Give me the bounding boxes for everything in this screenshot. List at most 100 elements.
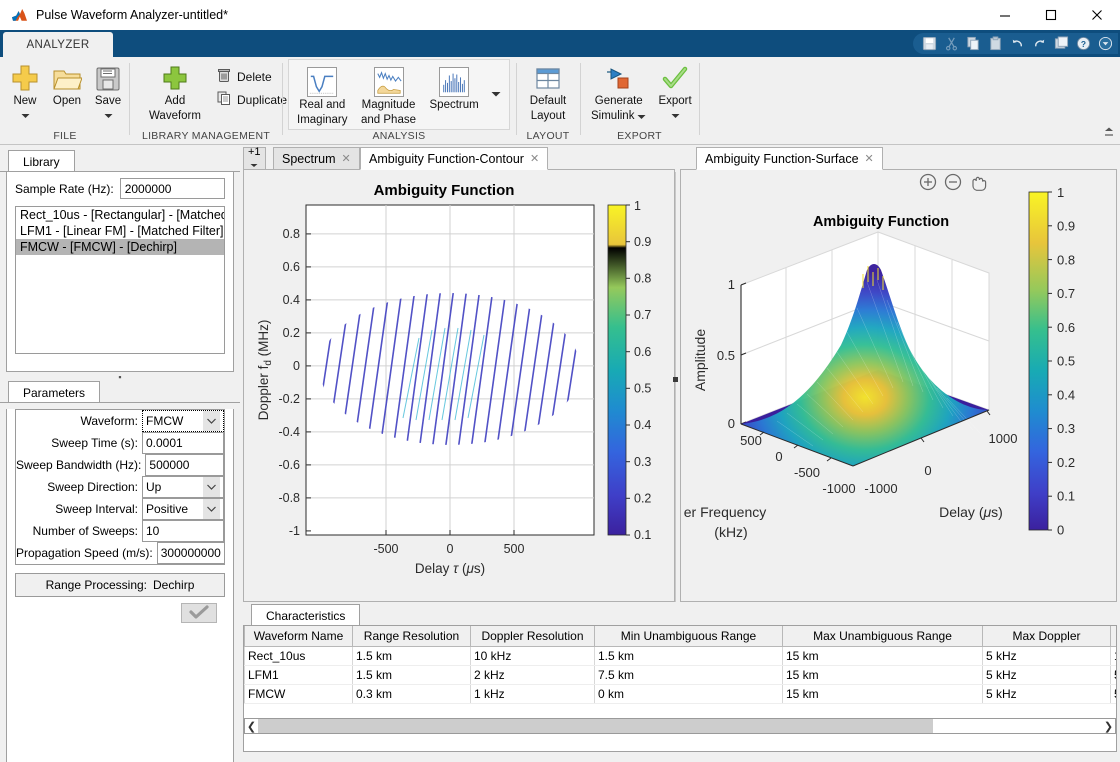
svg-text:Delay τ (μs): Delay τ (μs)	[415, 561, 485, 576]
tab-analyzer[interactable]: ANALYZER	[3, 32, 113, 57]
library-tab-header: Library	[0, 150, 240, 172]
close-button[interactable]	[1074, 0, 1120, 30]
chevron-down-icon[interactable]	[671, 108, 680, 122]
column-header[interactable]: Min Unambiguous Range	[595, 626, 783, 646]
save-button[interactable]: Save	[88, 59, 128, 122]
chevron-left-icon[interactable]: ❮	[245, 720, 258, 733]
sweep-interval-select[interactable]: Positive	[142, 498, 224, 520]
real-and-imaginary-button[interactable]: Real and Imaginary	[291, 63, 354, 127]
column-header[interactable]: Range Resolution	[353, 626, 471, 646]
parameter-label: Number of Sweeps:	[16, 524, 142, 538]
ambiguity-contour-chart[interactable]: Ambiguity Function	[244, 170, 674, 601]
cell-waveform-name: LFM1	[245, 665, 353, 684]
ambiguity-surface-chart[interactable]: Ambiguity Function	[681, 170, 1116, 601]
chevron-down-icon[interactable]	[203, 411, 220, 431]
paste-icon[interactable]	[987, 35, 1004, 52]
cell-range-resolution: 1.5 km	[353, 665, 471, 684]
cut-icon[interactable]	[943, 35, 960, 52]
chevron-down-icon[interactable]	[637, 109, 646, 123]
sweep-bandwidth-input[interactable]: 500000	[145, 454, 224, 476]
new-button[interactable]: New	[4, 59, 46, 122]
export-button[interactable]: Export	[652, 59, 697, 122]
svg-text:1: 1	[1057, 185, 1064, 200]
chevron-right-icon[interactable]: ❯	[1102, 720, 1115, 733]
sweep-direction-select[interactable]: Up	[142, 476, 224, 498]
list-item[interactable]: LFM1 - [Linear FM] - [Matched Filter]	[16, 223, 224, 239]
tab-spectrum[interactable]: Spectrum ✕	[273, 147, 360, 170]
more-icon[interactable]	[1097, 35, 1114, 52]
surface-title: Ambiguity Function	[813, 214, 949, 230]
cell-min-unambiguous-range: 7.5 km	[595, 665, 783, 684]
table-row[interactable]: LFM1 1.5 km 2 kHz 7.5 km 15 km 5 kHz 5	[245, 665, 1118, 684]
waveform-library-list[interactable]: Rect_10us - [Rectangular] - [Matched F..…	[15, 206, 225, 354]
collapse-ribbon-icon[interactable]	[1103, 126, 1115, 141]
new-plus-icon	[10, 61, 40, 93]
parameter-label: Sweep Bandwidth (Hz):	[16, 458, 145, 472]
analysis-overflow-button[interactable]	[485, 63, 507, 125]
column-header[interactable]: Max Unambiguous Range	[783, 626, 983, 646]
column-header[interactable]: Waveform Name	[245, 626, 353, 646]
default-layout-grid-icon	[534, 61, 562, 93]
svg-text:0: 0	[924, 463, 931, 478]
duplicate-button[interactable]: Duplicate	[212, 88, 291, 111]
range-processing-value: Dechirp	[153, 578, 194, 592]
table-horizontal-scrollbar[interactable]: ❮ ❯	[244, 718, 1116, 734]
table-row[interactable]: FMCW 0.3 km 1 kHz 0 km 15 km 5 kHz 5	[245, 684, 1118, 703]
redo-icon[interactable]	[1031, 35, 1048, 52]
propagation-speed-input[interactable]: 300000000	[157, 542, 225, 564]
maximize-button[interactable]	[1028, 0, 1074, 30]
add-waveform-button[interactable]: Add Waveform	[138, 59, 212, 123]
sweep-time-input[interactable]: 0.0001	[142, 432, 224, 454]
copy-icon[interactable]	[965, 35, 982, 52]
magnitude-and-phase-button[interactable]: Magnitude and Phase	[354, 63, 424, 127]
help-icon[interactable]: ?	[1075, 35, 1092, 52]
svg-text:0.7: 0.7	[634, 308, 651, 322]
chevron-down-icon[interactable]	[104, 108, 113, 122]
parameter-label: Sweep Interval:	[16, 502, 142, 516]
pane-splitter-vertical[interactable]	[673, 172, 679, 602]
tab-characteristics[interactable]: Characteristics	[251, 604, 360, 626]
list-item[interactable]: Rect_10us - [Rectangular] - [Matched F..…	[16, 207, 224, 223]
panel-splitter[interactable]: ▪	[0, 374, 240, 381]
svg-text:0: 0	[447, 542, 454, 556]
number-of-sweeps-input[interactable]: 10	[142, 520, 224, 542]
tab-ambiguity-contour[interactable]: Ambiguity Function-Contour ✕	[360, 147, 548, 170]
close-icon[interactable]: ✕	[342, 152, 351, 165]
column-header[interactable]: Doppler Resolution	[471, 626, 595, 646]
svg-text:0: 0	[293, 359, 300, 373]
delete-button[interactable]: Delete	[212, 65, 291, 88]
column-header[interactable]	[1111, 626, 1118, 646]
chevron-down-icon[interactable]	[21, 108, 30, 122]
undo-icon[interactable]	[1009, 35, 1026, 52]
spectrum-button[interactable]: Spectrum	[424, 63, 485, 112]
save-label: Save	[95, 95, 121, 108]
waveform-select[interactable]: FMCW	[142, 410, 224, 432]
close-icon[interactable]: ✕	[530, 152, 539, 165]
range-processing-row: Range Processing: Dechirp	[15, 573, 225, 597]
close-icon[interactable]: ✕	[865, 152, 874, 165]
sample-rate-input[interactable]: 2000000	[120, 178, 225, 199]
chevron-down-icon[interactable]	[203, 477, 220, 497]
tab-ambiguity-surface[interactable]: Ambiguity Function-Surface ✕	[696, 147, 883, 170]
scrollbar-thumb[interactable]	[258, 719, 933, 733]
apply-button[interactable]	[181, 603, 217, 623]
ambiguity-surface-pane: Ambiguity Function	[680, 169, 1117, 602]
magnitude-and-phase-label-line2: and Phase	[361, 114, 416, 127]
save-icon[interactable]	[921, 35, 938, 52]
svg-text:0.2: 0.2	[1057, 455, 1075, 470]
cell-range-resolution: 0.3 km	[353, 684, 471, 703]
column-header[interactable]: Max Doppler	[983, 626, 1111, 646]
tab-overflow-plus1[interactable]: +1	[243, 147, 266, 170]
list-item[interactable]: FMCW - [FMCW] - [Dechirp]	[16, 239, 224, 255]
default-layout-button[interactable]: Default Layout	[523, 59, 573, 123]
generate-simulink-button[interactable]: Generate Simulink	[585, 59, 652, 123]
tab-parameters[interactable]: Parameters	[8, 381, 100, 403]
chevron-down-icon[interactable]	[203, 499, 220, 519]
scrollbar-track[interactable]	[258, 719, 1102, 733]
minimize-button[interactable]	[982, 0, 1028, 30]
table-row[interactable]: Rect_10us 1.5 km 10 kHz 1.5 km 15 km 5 k…	[245, 646, 1118, 665]
open-button[interactable]: Open	[46, 59, 88, 108]
tab-library[interactable]: Library	[8, 150, 75, 172]
sweep-direction-value: Up	[146, 480, 161, 494]
layout-icon[interactable]	[1053, 35, 1070, 52]
